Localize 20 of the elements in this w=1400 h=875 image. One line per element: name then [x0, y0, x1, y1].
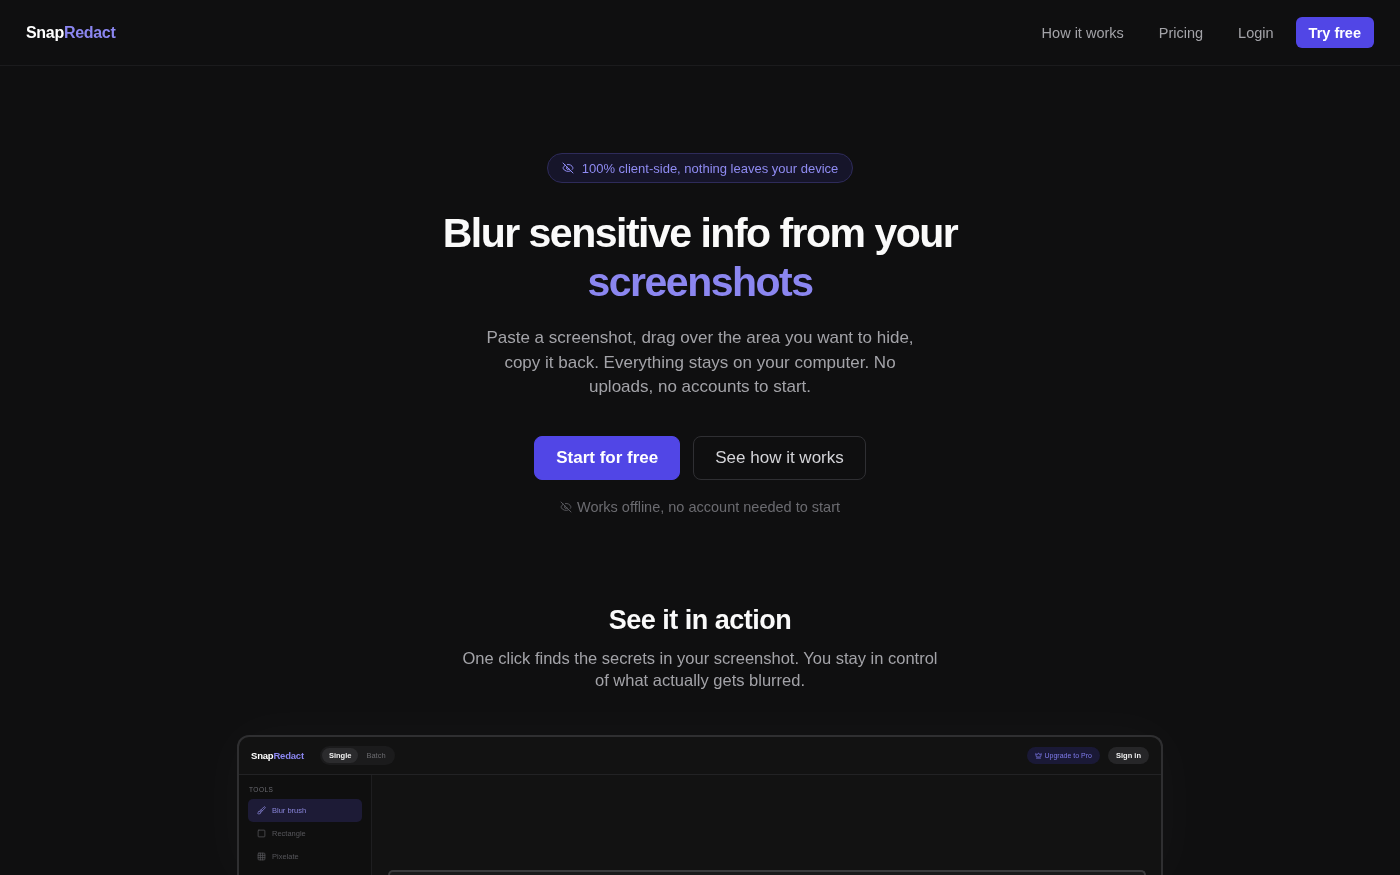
offline-note: Works offline, no account needed to start: [576, 497, 840, 517]
nav-link[interactable]: Pricing: [1158, 24, 1204, 41]
grid-icon: [257, 851, 266, 861]
crown-icon: [1034, 751, 1042, 759]
primary-button[interactable]: Start for free: [534, 435, 681, 480]
hero-title: Blur sensitive info from your screenshots: [442, 209, 958, 307]
section-description: One click finds the secrets in your screenshot. You stay in control of what actually gets blurred.: [461, 647, 939, 691]
square-icon: [257, 828, 266, 838]
try-free-button[interactable]: Try free: [1295, 17, 1374, 48]
brush-icon: [257, 805, 266, 815]
nav-link[interactable]: Login: [1238, 24, 1274, 41]
nav-link[interactable]: How it works: [1041, 24, 1124, 41]
eye-off-icon: [559, 500, 572, 513]
eye-off-icon: [561, 162, 574, 174]
logo: SnapRedact: [26, 23, 116, 42]
secondary-button[interactable]: See how it works: [693, 435, 866, 480]
section-title: See it in action: [608, 603, 792, 637]
hero-description: Paste a screenshot, drag over the area you want to hide, copy it back. Everything stays on your computer. No uploads, no accounts to start.: [485, 327, 915, 398]
app-logo: SnapRedact: [251, 749, 304, 761]
badge-text: 100% client-side, nothing leaves your device: [581, 160, 839, 176]
